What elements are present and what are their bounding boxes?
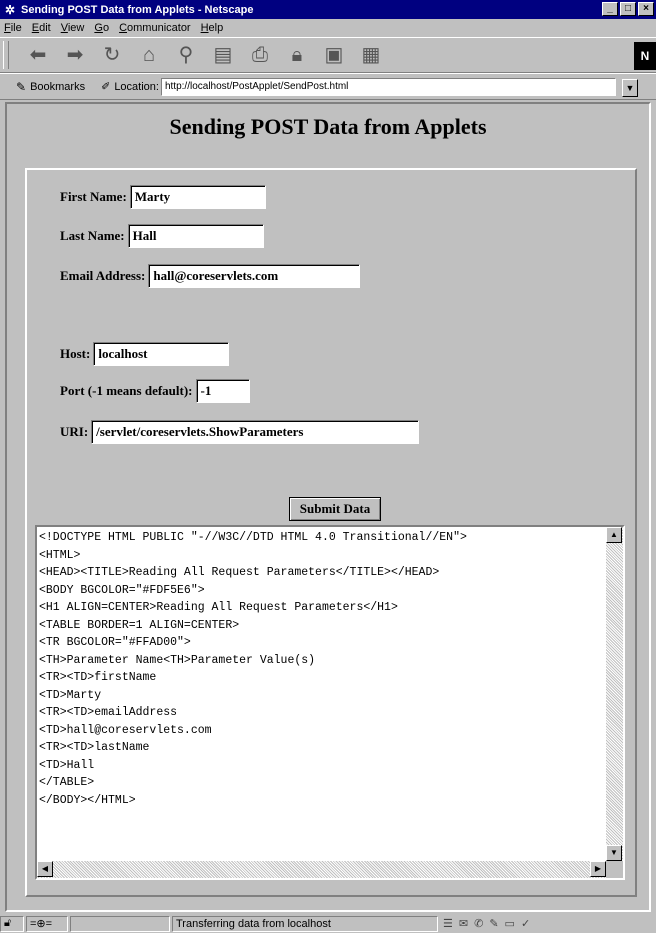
discussions-icon[interactable]: ✆ (474, 917, 483, 930)
bookmarks-label: Bookmarks (30, 80, 86, 93)
first-name-field[interactable]: Marty (129, 185, 266, 209)
bookmarks-icon: ✎ (16, 79, 27, 94)
response-textarea[interactable]: <!DOCTYPE HTML PUBLIC "-//W3C//DTD HTML … (35, 525, 625, 880)
scrollbar-corner (606, 861, 623, 878)
location-label: ✐ Location: (101, 80, 159, 94)
response-line: <TR><TD>lastName (39, 741, 150, 754)
response-line: <BODY BGCOLOR="#FDF5E6"> (39, 583, 205, 597)
response-line: <TR><TD>firstName (39, 671, 157, 684)
window-title-bar: ✲ Sending POST Data from Applets - Netsc… (0, 0, 656, 19)
response-line: <TR BGCOLOR="#FFAD00"> (39, 636, 191, 649)
scroll-right-button[interactable]: ▶ (590, 861, 606, 877)
security-status-icon[interactable]: 🔓︎ (0, 915, 24, 932)
response-line: <TH>Parameter Name<TH>Parameter Value(s) (39, 653, 316, 667)
first-name-row: First Name: Marty (60, 185, 266, 209)
horizontal-scrollbar[interactable]: ◀ ▶ (37, 861, 606, 878)
images-icon[interactable]: ▣ (318, 41, 350, 69)
host-label: Host: (60, 346, 91, 361)
page-proxy-icon[interactable]: ✐ (101, 80, 110, 93)
response-line: <!DOCTYPE HTML PUBLIC "-//W3C//DTD HTML … (39, 531, 467, 544)
netscape-logo[interactable]: N (634, 42, 656, 70)
response-line: </BODY></HTML> (39, 793, 136, 807)
uri-row: URI: /servlet/coreservlets.ShowParameter… (60, 420, 420, 444)
menu-help[interactable]: Help (201, 22, 224, 34)
search-icon[interactable]: ⚲ (170, 41, 202, 69)
email-field[interactable]: hall@coreservlets.com (148, 264, 361, 288)
bookmarks-button[interactable]: ✎ Bookmarks (16, 80, 85, 94)
host-field[interactable]: localhost (93, 342, 230, 366)
first-name-label: First Name: (60, 189, 127, 204)
window-title: Sending POST Data from Applets - Netscap… (21, 3, 254, 16)
page-heading: Sending POST Data from Applets (169, 114, 487, 139)
port-label: Port (-1 means default): (60, 383, 193, 398)
component-bar: ☰ ✉ ✆ ✎ ▭ ✓ (440, 916, 648, 932)
last-name-field[interactable]: Hall (127, 224, 264, 248)
reload-icon[interactable]: ↻ (96, 41, 128, 69)
menu-go[interactable]: Go (94, 22, 109, 34)
response-text: <!DOCTYPE HTML PUBLIC "-//W3C//DTD HTML … (39, 529, 606, 853)
response-line: <TD>Marty (39, 688, 102, 702)
email-row: Email Address: hall@coreservlets.com (60, 264, 361, 288)
last-name-label: Last Name: (60, 228, 125, 243)
last-name-row: Last Name: Hall (60, 224, 264, 248)
response-line: <TABLE BORDER=1 ALIGN=CENTER> (39, 618, 240, 632)
menu-edit[interactable]: Edit (32, 22, 51, 34)
response-line: <H1 ALIGN=CENTER>Reading All Request Par… (39, 601, 398, 614)
navigation-toolbar: ⬅ ➡ ↻ ⌂ ⚲ ▤ ⎙ 🔒︎ ▣ ▦ N (0, 37, 656, 73)
host-row: Host: localhost (60, 342, 230, 366)
composer-icon[interactable]: ✎ (489, 917, 498, 930)
response-line: <HEAD><TITLE>Reading All Request Paramet… (39, 566, 440, 579)
response-line: <TR><TD>emailAddress (39, 706, 178, 719)
uri-label: URI: (60, 424, 89, 439)
scroll-up-button[interactable]: ▲ (606, 527, 622, 543)
maximize-button[interactable]: □ (620, 2, 636, 16)
home-icon[interactable]: ⌂ (133, 41, 165, 69)
response-line: <TD>hall@coreservlets.com (39, 723, 212, 737)
menu-view[interactable]: View (61, 22, 85, 34)
netscape-app-icon: ✲ (4, 2, 16, 17)
close-button[interactable]: × (638, 2, 654, 16)
scroll-left-button[interactable]: ◀ (37, 861, 53, 877)
url-input[interactable]: http://localhost/PostApplet/SendPost.htm… (160, 77, 616, 96)
mail-icon[interactable]: ▭ (505, 917, 515, 930)
location-label-text: Location: (114, 80, 159, 93)
progress-bar (70, 915, 170, 932)
menu-file[interactable]: File (4, 22, 22, 34)
page-content: Sending POST Data from Applets First Nam… (5, 102, 651, 912)
messenger-icon[interactable]: ✉ (459, 917, 468, 930)
menu-bar: File Edit View Go Communicator Help (0, 19, 656, 37)
window-controls: _ □ × (600, 2, 654, 16)
minimize-button[interactable]: _ (602, 2, 618, 16)
applet-panel: First Name: Marty Last Name: Hall Email … (25, 168, 637, 897)
stop-icon[interactable]: ▦ (355, 41, 387, 69)
security-icon[interactable]: 🔒︎ (281, 41, 313, 69)
toolbar-grip[interactable] (3, 41, 9, 69)
my-netscape-icon[interactable]: ▤ (207, 41, 239, 69)
port-field[interactable]: -1 (195, 379, 250, 403)
conference-icon[interactable]: ✓ (521, 917, 530, 930)
port-row: Port (-1 means default): -1 (60, 379, 250, 403)
scroll-down-button[interactable]: ▼ (606, 845, 622, 861)
location-toolbar: ✎ Bookmarks ✐ Location: http://localhost… (0, 73, 656, 100)
vertical-scrollbar[interactable]: ▲ ▼ (606, 527, 623, 861)
status-text: Transferring data from localhost (172, 915, 438, 932)
response-line: </TABLE> (39, 776, 95, 789)
status-bar: 🔓︎ =⊕= Transferring data from localhost … (0, 914, 656, 933)
print-icon[interactable]: ⎙ (244, 41, 276, 69)
back-icon[interactable]: ⬅ (22, 41, 54, 69)
response-line: <HTML> (39, 548, 81, 562)
connection-status-icon: =⊕= (26, 915, 68, 932)
forward-icon[interactable]: ➡ (59, 41, 91, 69)
url-dropdown-button[interactable]: ▼ (622, 79, 638, 97)
uri-field[interactable]: /servlet/coreservlets.ShowParameters (91, 420, 420, 444)
menu-communicator[interactable]: Communicator (119, 22, 191, 34)
response-line: <TD>Hall (39, 758, 95, 772)
navigator-icon[interactable]: ☰ (443, 917, 453, 930)
email-label: Email Address: (60, 268, 146, 283)
submit-data-button[interactable]: Submit Data (289, 497, 381, 521)
